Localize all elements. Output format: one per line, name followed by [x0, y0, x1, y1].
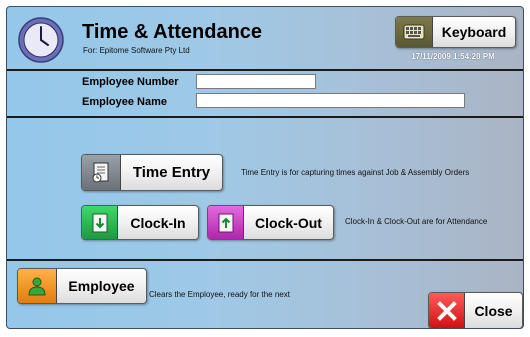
time-attendance-window: Time & Attendance For: Epitome Software …	[6, 6, 524, 329]
keyboard-button-label: Keyboard	[441, 24, 507, 40]
employee-button-label: Employee	[68, 278, 135, 294]
keyboard-button[interactable]: Keyboard	[395, 16, 516, 48]
company-subtitle: For: Epitome Software Pty Ltd	[83, 46, 190, 55]
clock-out-button[interactable]: Clock-Out	[207, 205, 334, 240]
time-entry-description: Time Entry is for capturing times agains…	[241, 168, 470, 177]
time-entry-button[interactable]: Time Entry	[81, 154, 223, 191]
clock-in-button[interactable]: Clock-In	[81, 205, 199, 240]
close-button-label: Close	[474, 302, 513, 319]
close-button[interactable]: Close	[428, 292, 523, 328]
employee-number-input[interactable]	[196, 74, 316, 89]
footer-divider	[7, 259, 523, 261]
form-divider	[7, 116, 523, 118]
clock-description: Clock-In & Clock-Out are for Attendance	[345, 217, 488, 226]
employee-button[interactable]: Employee	[17, 268, 147, 304]
page-title: Time & Attendance	[82, 21, 263, 43]
clock-in-icon	[82, 206, 118, 239]
current-datetime: 17/11/2009 1:54:20 PM	[411, 52, 495, 61]
employee-description: Clears the Employee, ready for the next	[149, 290, 290, 299]
header-divider	[7, 69, 523, 71]
keyboard-icon	[396, 17, 433, 47]
clock-in-label: Clock-In	[130, 214, 186, 231]
employee-name-label: Employee Name	[82, 96, 167, 108]
clock-out-label: Clock-Out	[255, 214, 322, 231]
close-x-icon	[429, 293, 465, 328]
timesheet-icon	[82, 155, 121, 190]
time-entry-label: Time Entry	[132, 164, 211, 181]
person-icon	[18, 269, 57, 303]
employee-number-label: Employee Number	[82, 76, 179, 88]
clock-icon	[18, 17, 64, 63]
clock-out-icon	[208, 206, 244, 239]
employee-name-input[interactable]	[196, 93, 465, 108]
